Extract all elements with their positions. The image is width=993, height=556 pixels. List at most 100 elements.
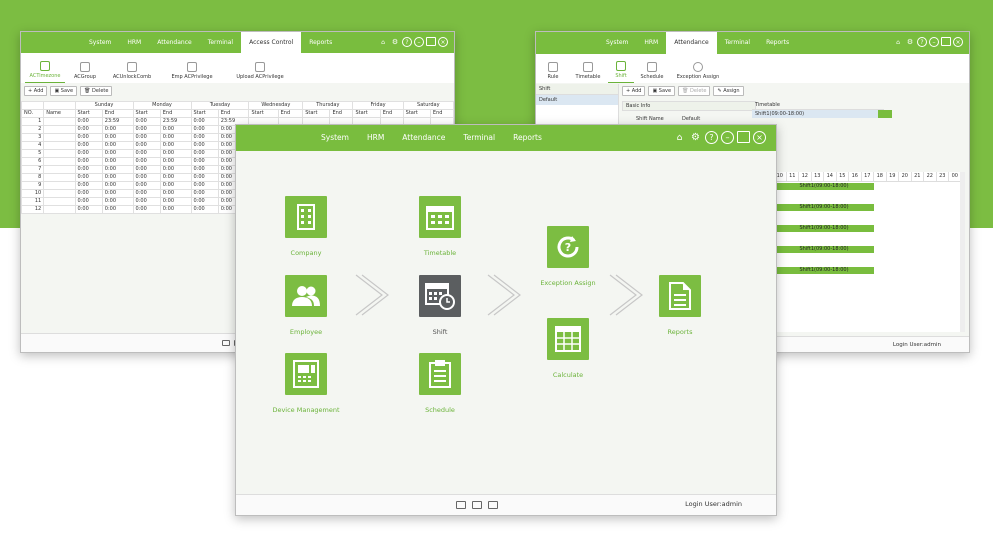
time-cell[interactable]: 0:00 — [132, 141, 161, 150]
shift-name-value[interactable]: Default — [682, 116, 700, 122]
device-icon[interactable] — [472, 501, 482, 509]
timetable-item[interactable]: Shift1(09:00-18:00) — [752, 110, 884, 118]
time-cell[interactable]: 0:00 — [132, 173, 161, 182]
flow-schedule[interactable]: Schedule — [390, 353, 490, 414]
close-icon[interactable]: × — [953, 37, 963, 47]
row-name[interactable] — [43, 125, 76, 134]
assign-button[interactable]: ✎ Assign — [713, 86, 744, 96]
delete-button[interactable]: 🗑 Delete — [80, 86, 113, 96]
menu-hrm[interactable]: HRM — [358, 125, 393, 151]
row-name[interactable] — [43, 205, 76, 214]
tab-schedule[interactable]: Schedule — [634, 54, 670, 83]
help-icon[interactable]: ? — [705, 131, 718, 144]
database-icon[interactable] — [488, 501, 498, 509]
time-cell[interactable]: 0:00 — [132, 189, 161, 198]
row-name[interactable] — [43, 165, 76, 174]
row-name[interactable] — [43, 189, 76, 198]
shift-bar[interactable]: Shift1(09:00-18:00) — [774, 246, 874, 253]
row-name[interactable] — [43, 141, 76, 150]
time-cell[interactable]: 0:00 — [159, 157, 192, 166]
time-cell[interactable]: 0:00 — [159, 197, 192, 206]
flow-company[interactable]: Company — [256, 196, 356, 257]
time-cell[interactable]: 0:00 — [159, 141, 192, 150]
time-cell[interactable]: 0:00 — [101, 173, 134, 182]
gear-icon[interactable]: ⚙ — [390, 37, 400, 47]
time-cell[interactable]: 0:00 — [159, 133, 192, 142]
time-cell[interactable]: 0:00 — [74, 125, 103, 134]
time-cell[interactable]: 0:00 — [132, 165, 161, 174]
time-cell[interactable]: 0:00 — [101, 189, 134, 198]
menu-attendance[interactable]: Attendance — [393, 125, 454, 151]
gear-icon[interactable]: ⚙ — [689, 131, 702, 144]
time-cell[interactable]: 0:00 — [132, 205, 161, 214]
time-cell[interactable]: 0:00 — [74, 133, 103, 142]
time-cell[interactable]: 23:59 — [101, 117, 134, 126]
tab-actimezone[interactable]: ACTimezone — [25, 53, 65, 83]
id-card-icon[interactable] — [221, 340, 230, 346]
time-cell[interactable]: 0:00 — [132, 197, 161, 206]
time-cell[interactable]: 0:00 — [190, 149, 219, 158]
maximize-icon[interactable] — [737, 131, 750, 143]
time-cell[interactable]: 0:00 — [159, 189, 192, 198]
time-cell[interactable]: 0:00 — [159, 205, 192, 214]
row-name[interactable] — [43, 117, 76, 126]
menu-hrm[interactable]: HRM — [119, 32, 149, 53]
time-cell[interactable]: 0:00 — [132, 117, 161, 126]
time-cell[interactable]: 0:00 — [74, 173, 103, 182]
time-cell[interactable]: 0:00 — [74, 157, 103, 166]
tab-upload-acprivilege[interactable]: Upload ACPrivilege — [225, 53, 295, 83]
time-cell[interactable]: 0:00 — [132, 133, 161, 142]
shift-list-item[interactable]: Default — [536, 95, 618, 105]
tab-shift[interactable]: Shift — [608, 54, 634, 83]
time-cell[interactable]: 0:00 — [74, 205, 103, 214]
add-button[interactable]: + Add — [24, 86, 48, 96]
menu-reports[interactable]: Reports — [504, 125, 551, 151]
home-icon[interactable]: ⌂ — [893, 37, 903, 47]
row-name[interactable] — [43, 197, 76, 206]
menu-access-control[interactable]: Access Control — [241, 32, 302, 53]
time-cell[interactable]: 0:00 — [101, 125, 134, 134]
row-name[interactable] — [43, 157, 76, 166]
home-icon[interactable]: ⌂ — [673, 131, 686, 144]
time-cell[interactable]: 23:59 — [159, 117, 192, 126]
time-cell[interactable]: 0:00 — [190, 197, 219, 206]
time-cell[interactable]: 0:00 — [132, 157, 161, 166]
shift-bar[interactable]: Shift1(09:00-18:00) — [774, 225, 874, 232]
time-cell[interactable]: 0:00 — [190, 205, 219, 214]
time-cell[interactable]: 0:00 — [190, 133, 219, 142]
gear-icon[interactable]: ⚙ — [905, 37, 915, 47]
time-cell[interactable]: 0:00 — [74, 149, 103, 158]
time-cell[interactable]: 0:00 — [190, 157, 219, 166]
tab-acgroup[interactable]: ACGroup — [65, 53, 105, 83]
row-name[interactable] — [43, 173, 76, 182]
menu-hrm[interactable]: HRM — [636, 32, 666, 54]
tab-acunlockcomb[interactable]: ACUnlockComb — [105, 53, 159, 83]
menu-system[interactable]: System — [598, 32, 636, 54]
time-cell[interactable]: 0:00 — [190, 125, 219, 134]
save-button[interactable]: ▣ Save — [648, 86, 676, 96]
row-name[interactable] — [43, 149, 76, 158]
time-cell[interactable]: 0:00 — [74, 141, 103, 150]
time-cell[interactable]: 0:00 — [190, 181, 219, 190]
time-cell[interactable]: 0:00 — [74, 117, 103, 126]
delete-button[interactable]: 🗑 Delete — [678, 86, 711, 96]
menu-system[interactable]: System — [312, 125, 358, 151]
flow-timetable[interactable]: Timetable — [390, 196, 490, 257]
menu-terminal[interactable]: Terminal — [717, 32, 758, 54]
flow-device-management[interactable]: Device Management — [256, 353, 356, 414]
time-cell[interactable]: 0:00 — [190, 117, 219, 126]
flow-employee[interactable]: Employee — [256, 275, 356, 336]
menu-terminal[interactable]: Terminal — [200, 32, 241, 53]
time-cell[interactable]: 0:00 — [190, 165, 219, 174]
time-cell[interactable]: 0:00 — [101, 205, 134, 214]
time-cell[interactable]: 0:00 — [190, 141, 219, 150]
time-cell[interactable]: 0:00 — [101, 149, 134, 158]
time-cell[interactable]: 0:00 — [101, 197, 134, 206]
tab-rule[interactable]: Rule — [538, 54, 568, 83]
tab-timetable[interactable]: Timetable — [568, 54, 608, 83]
menu-reports[interactable]: Reports — [301, 32, 340, 53]
time-cell[interactable]: 0:00 — [74, 189, 103, 198]
vertical-scrollbar[interactable] — [960, 172, 965, 332]
minimize-icon[interactable]: – — [929, 37, 939, 47]
shift-bar[interactable]: Shift1(09:00-18:00) — [774, 267, 874, 274]
